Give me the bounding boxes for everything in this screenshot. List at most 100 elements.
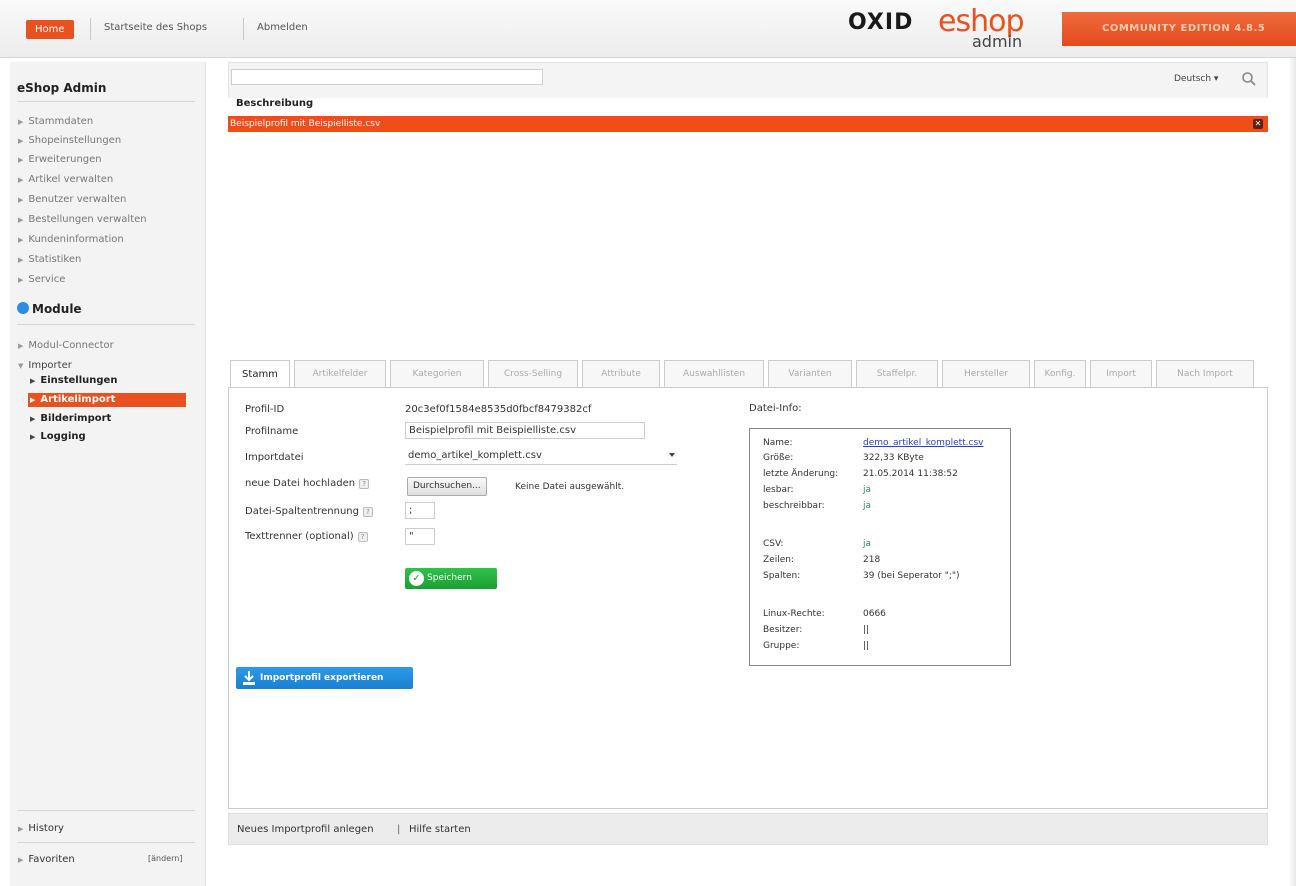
tab-artikelfelder[interactable]: Artikelfelder — [294, 360, 386, 388]
info-key: Zeilen: — [763, 555, 794, 565]
favorites-edit-link[interactable]: [ändern] — [148, 854, 182, 863]
info-key: Spalten: — [763, 571, 801, 581]
sidebar-subitem-bilderimport[interactable]: ▶ Bilderimport — [30, 412, 194, 426]
module-heading: Module — [17, 302, 82, 316]
window-edge — [1288, 58, 1296, 886]
sidebar-subitem-artikelimport[interactable]: ▶ Artikelimport — [28, 393, 186, 407]
tab-staffelpreise[interactable]: Staffelpr. — [856, 360, 938, 388]
logo-admin-text: admin — [972, 32, 1023, 51]
arrow-right-icon: ▶ — [30, 377, 36, 385]
info-key: Besitzer: — [763, 625, 803, 635]
help-start-link[interactable]: Hilfe starten — [409, 824, 471, 835]
help-icon[interactable]: ? — [362, 507, 373, 517]
info-value: 39 (bei Seperator ";") — [863, 571, 960, 581]
profile-id-label: Profil-ID — [245, 404, 285, 415]
no-file-text: Keine Datei ausgewählt. — [515, 482, 625, 492]
tab-bar: Stamm Artikelfelder Kategorien Cross-Sel… — [230, 360, 1258, 389]
module-icon — [17, 302, 29, 314]
info-value: 0666 — [863, 609, 886, 619]
column-header-beschreibung[interactable]: Beschreibung — [236, 98, 313, 109]
sidebar-item-service[interactable]: ▶ Service — [18, 272, 194, 287]
arrow-right-icon: ▶ — [18, 256, 24, 264]
sidebar-item-bestellungen-verwalten[interactable]: ▶ Bestellungen verwalten — [18, 212, 194, 227]
arrow-down-icon: ▼ — [18, 362, 24, 370]
sidebar-item-kundeninformation[interactable]: ▶ Kundeninformation — [18, 232, 194, 247]
list-search-input[interactable] — [231, 69, 543, 85]
arrow-right-icon: ▶ — [18, 276, 24, 284]
arrow-right-icon: ▶ — [18, 137, 24, 145]
tab-hersteller[interactable]: Hersteller — [942, 360, 1030, 388]
info-value: ja — [863, 485, 872, 495]
sidebar-divider — [17, 810, 195, 811]
browse-button[interactable]: Durchsuchen... — [407, 477, 487, 496]
row-description: Beispielprofil mit Beispielliste.csv — [230, 119, 381, 129]
export-profile-button[interactable]: Importprofil exportieren — [236, 667, 413, 689]
table-row[interactable]: Beispielprofil mit Beispielliste.csv ✕ — [228, 116, 1268, 132]
arrow-right-icon: ▶ — [18, 856, 24, 864]
tab-stamm[interactable]: Stamm — [230, 360, 290, 389]
sidebar-divider — [17, 324, 195, 325]
sidebar-subitem-logging[interactable]: ▶ Logging — [30, 430, 194, 444]
sidebar-item-artikel-verwalten[interactable]: ▶ Artikel verwalten — [18, 172, 194, 187]
new-profile-link[interactable]: Neues Importprofil anlegen — [237, 824, 374, 835]
info-key: CSV: — [763, 539, 784, 549]
info-value: 322,33 KByte — [863, 453, 924, 463]
language-select[interactable]: Deutsch ▾ — [1174, 74, 1218, 84]
info-key: Größe: — [763, 453, 794, 463]
tab-auswahllisten[interactable]: Auswahllisten — [664, 360, 764, 388]
tab-import[interactable]: Import — [1090, 360, 1152, 388]
arrow-right-icon: ▶ — [18, 825, 24, 833]
importfile-select[interactable]: demo_artikel_komplett.csv — [405, 448, 677, 465]
separator-input[interactable] — [405, 502, 435, 519]
arrow-right-icon: ▶ — [18, 118, 24, 126]
sidebar-subitem-einstellungen[interactable]: ▶ Einstellungen — [30, 374, 194, 388]
list-frame: Deutsch ▾ Beschreibung Beispielprofil mi… — [228, 62, 1268, 336]
tab-kategorien[interactable]: Kategorien — [390, 360, 484, 388]
sidebar-item-benutzer-verwalten[interactable]: ▶ Benutzer verwalten — [18, 192, 194, 207]
save-button[interactable]: ✓ Speichern — [405, 568, 497, 589]
shop-start-link[interactable]: Startseite des Shops — [104, 22, 207, 33]
tab-attribute[interactable]: Attribute — [582, 360, 660, 388]
tab-cross-selling[interactable]: Cross-Selling — [488, 360, 578, 388]
sidebar-item-shopeinstellungen[interactable]: ▶ Shopeinstellungen — [18, 133, 194, 148]
enclosure-label: Texttrenner (optional)? — [245, 531, 368, 542]
tab-varianten[interactable]: Varianten — [768, 360, 852, 388]
file-name-link[interactable]: demo_artikel_komplett.csv — [863, 438, 984, 448]
sidebar-title: eShop Admin — [17, 81, 107, 95]
enclosure-input[interactable] — [405, 528, 435, 545]
sidebar-item-erweiterungen[interactable]: ▶ Erweiterungen — [18, 152, 194, 167]
help-icon[interactable]: ? — [357, 532, 368, 542]
arrow-right-icon: ▶ — [18, 176, 24, 184]
sidebar-item-stammdaten[interactable]: ▶ Stammdaten — [18, 114, 194, 129]
arrow-right-icon: ▶ — [30, 415, 36, 423]
info-key: beschreibbar: — [763, 501, 825, 511]
search-icon[interactable] — [1241, 71, 1257, 87]
sidebar: eShop Admin ▶ Stammdaten ▶ Shopeinstellung… — [10, 62, 206, 886]
tab-nach-import[interactable]: Nach Import — [1156, 360, 1254, 388]
sidebar-item-history[interactable]: ▶ History — [18, 821, 194, 836]
home-button[interactable]: Home — [26, 20, 74, 39]
info-key: letzte Änderung: — [763, 469, 839, 479]
chevron-down-icon: ▾ — [1213, 74, 1219, 84]
info-value: || — [863, 641, 870, 651]
separator-label: Datei-Spaltentrennung? — [245, 506, 373, 517]
file-info-title: Datei-Info: — [749, 403, 802, 414]
sidebar-item-importer[interactable]: ▼ Importer — [18, 358, 194, 373]
upload-label: neue Datei hochladen? — [245, 478, 370, 489]
tab-konfig[interactable]: Konfig. — [1034, 360, 1086, 388]
logout-link[interactable]: Abmelden — [257, 22, 308, 33]
profile-id-value: 20c3ef0f1584e8535d0fbcf8479382cf — [405, 404, 592, 415]
info-key: lesbar: — [763, 485, 794, 495]
profile-name-input[interactable] — [405, 422, 645, 439]
sidebar-item-modul-connector[interactable]: ▶ Modul-Connector — [18, 338, 194, 353]
edit-panel: Profil-ID 20c3ef0f1584e8535d0fbcf8479382… — [228, 387, 1268, 809]
sidebar-divider — [17, 101, 195, 102]
delete-icon[interactable]: ✕ — [1253, 119, 1263, 129]
help-icon[interactable]: ? — [359, 479, 370, 489]
file-info-box: Name: demo_artikel_komplett.csv Größe: 3… — [749, 428, 1011, 666]
info-value: ja — [863, 539, 872, 549]
sidebar-item-statistiken[interactable]: ▶ Statistiken — [18, 252, 194, 267]
top-divider — [243, 18, 244, 40]
info-key: Gruppe: — [763, 641, 800, 651]
info-key: Linux-Rechte: — [763, 609, 825, 619]
